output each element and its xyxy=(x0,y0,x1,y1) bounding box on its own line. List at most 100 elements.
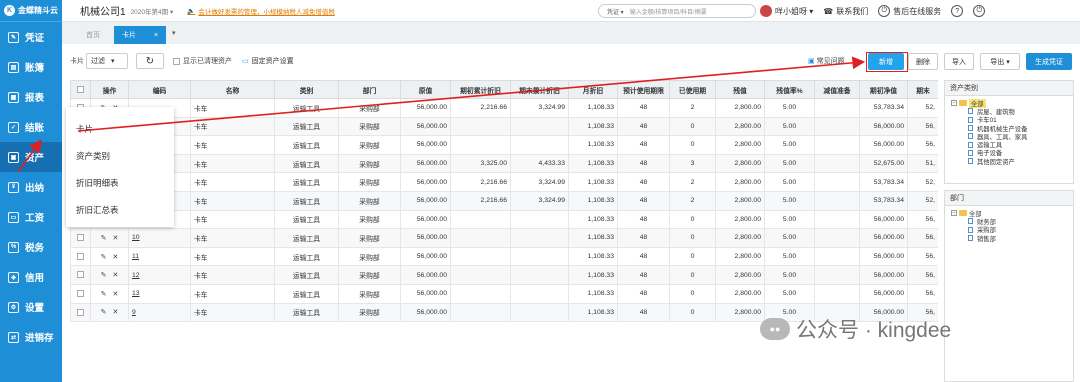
column-header[interactable] xyxy=(70,80,91,99)
search-input[interactable]: 输入金额/核算项目/科目/摘要 xyxy=(630,7,707,16)
collapse-icon[interactable]: − xyxy=(951,210,957,217)
edit-icon[interactable]: ✎ xyxy=(101,290,107,298)
faq-link[interactable]: ▣ 常见问题 xyxy=(808,56,845,66)
show-cleared-toggle[interactable]: 显示已清理资产 xyxy=(173,56,232,66)
sidebar-item-checkout[interactable]: ✓ 结账 xyxy=(0,112,62,142)
row-checkbox[interactable] xyxy=(77,308,84,316)
table-row[interactable]: ✎✕卡车运输工具采购部56,000.002,216.663,324.991,10… xyxy=(70,172,938,192)
chevron-down-icon[interactable]: ▾ xyxy=(172,29,176,37)
column-header[interactable]: 月折旧 xyxy=(568,80,618,99)
column-header[interactable]: 原值 xyxy=(400,80,451,99)
table-row[interactable]: ✎✕卡车运输工具采购部56,000.003,325.004,433.331,10… xyxy=(70,153,938,174)
table-row[interactable]: ✎✕卡车运输工具采购部56,000.001,108.334802,800.005… xyxy=(70,116,938,137)
tree-node[interactable]: 房屋、建筑物 xyxy=(951,107,1073,116)
row-checkbox[interactable] xyxy=(77,234,84,242)
column-header[interactable]: 类别 xyxy=(274,80,339,99)
column-header[interactable]: 已使用期 xyxy=(669,80,716,99)
delete-icon[interactable]: ✕ xyxy=(113,271,119,279)
power-icon[interactable]: ⏻ xyxy=(973,5,986,17)
row-checkbox[interactable] xyxy=(77,271,84,279)
menu-item-depreciation-detail[interactable]: 折旧明细表 xyxy=(66,169,174,196)
tree-root[interactable]: − 全部 xyxy=(951,209,1073,218)
asset-code-link[interactable]: 12 xyxy=(132,272,140,279)
fixed-asset-settings[interactable]: ▭ 固定资产设置 xyxy=(242,56,294,66)
column-header[interactable]: 预计使用期限 xyxy=(617,80,670,99)
sidebar-item-salary[interactable]: ▭ 工资 xyxy=(0,202,62,232)
column-header[interactable]: 期末 xyxy=(907,80,938,99)
menu-item-asset-category[interactable]: 资产类别 xyxy=(66,142,174,169)
edit-icon[interactable]: ✎ xyxy=(101,234,107,242)
voucher-search[interactable]: 凭证 ▾ 输入金额/核算项目/科目/摘要 xyxy=(598,4,756,18)
row-checkbox[interactable] xyxy=(77,252,84,260)
sidebar-item-voucher[interactable]: ✎ 凭证 xyxy=(0,22,62,52)
tree-node[interactable]: 采购部 xyxy=(951,226,1073,234)
column-header[interactable]: 残值 xyxy=(715,80,765,99)
edit-icon[interactable]: ✎ xyxy=(101,271,107,279)
sidebar-item-tax[interactable]: % 税务 xyxy=(0,232,62,262)
column-header[interactable]: 期末累计折旧 xyxy=(510,80,569,99)
tree-node[interactable]: 财务部 xyxy=(951,217,1073,226)
menu-item-card[interactable]: 卡片 xyxy=(66,115,174,142)
contact-us[interactable]: ☎ 联系我们 xyxy=(823,6,868,17)
user-menu[interactable]: 咩小姐呀 ▾ xyxy=(760,5,813,17)
column-header[interactable]: 减值准备 xyxy=(814,80,860,99)
sidebar-item-report[interactable]: ▦ 报表 xyxy=(0,82,62,112)
delete-button[interactable]: 删除 xyxy=(908,53,938,70)
table-row[interactable]: ✎ ✕ 11 卡车 运输工具 采购部 56,000.00 1,108.33 48 0 2,800.0… xyxy=(70,246,938,267)
sidebar-item-settings[interactable]: ⚙ 设置 xyxy=(0,292,62,322)
row-checkbox[interactable] xyxy=(77,290,84,298)
collapse-icon[interactable]: − xyxy=(951,100,957,107)
export-button[interactable]: 导出 ▾ xyxy=(980,53,1020,70)
close-icon[interactable]: × xyxy=(154,32,158,39)
tree-node[interactable]: 运输工具 xyxy=(951,140,1073,149)
table-row[interactable]: ✎ ✕ 10 卡车 运输工具 采购部 56,000.00 1,108.33 48 0 2,800.0… xyxy=(70,228,938,248)
tree-node[interactable]: 销售部 xyxy=(951,234,1073,243)
generate-voucher-button[interactable]: 生成凭证 xyxy=(1026,53,1072,70)
period-selector[interactable]: 2020年第4期 ▾ xyxy=(131,6,174,16)
column-header[interactable]: 残值率% xyxy=(764,80,815,99)
asset-code-link[interactable]: 9 xyxy=(132,309,136,316)
tree-node[interactable]: 器具、工具、家具 xyxy=(951,132,1073,141)
tab-home[interactable]: 首页 xyxy=(72,26,114,44)
sidebar-item-cashier[interactable]: ¥ 出纳 xyxy=(0,172,62,202)
asset-code-link[interactable]: 10 xyxy=(132,234,140,241)
edit-icon[interactable]: ✎ xyxy=(101,308,107,316)
table-row[interactable]: ✎ ✕ 13 卡车 运输工具 采购部 56,000.00 1,108.33 48 0 2,800.0… xyxy=(70,283,938,304)
app-logo[interactable]: K 金蝶精斗云 xyxy=(0,0,62,22)
sidebar-item-credit[interactable]: ◈ 信用 xyxy=(0,262,62,292)
help-icon[interactable]: ? xyxy=(951,5,964,17)
menu-item-depreciation-summary[interactable]: 折旧汇总表 xyxy=(66,196,174,223)
import-button[interactable]: 导入 xyxy=(944,53,974,70)
column-header[interactable]: 编码 xyxy=(128,80,191,99)
edit-icon[interactable]: ✎ xyxy=(101,253,107,261)
table-row[interactable]: ✎✕卡车运输工具采购部56,000.001,108.334802,800.005… xyxy=(70,135,938,155)
company-name[interactable]: 机械公司1 xyxy=(80,3,126,18)
sidebar-item-inventory[interactable]: ⇄ 进销存 xyxy=(0,322,62,352)
online-service[interactable]: ⏻ 售后在线服务 xyxy=(878,5,941,17)
sidebar-item-asset[interactable]: ▣ 资产 xyxy=(0,142,62,172)
table-row[interactable]: ✎ ✕ 12 卡车 运输工具 采购部 56,000.00 1,108.33 48 0 2,800.0… xyxy=(70,265,938,285)
tree-node[interactable]: 其他固定资产 xyxy=(951,157,1073,166)
table-row[interactable]: ✎✕卡车运输工具采购部56,000.002,216.663,324.991,10… xyxy=(70,98,938,118)
delete-icon[interactable]: ✕ xyxy=(113,290,119,298)
table-row[interactable]: ✎✕卡车运输工具采购部56,000.001,108.334802,800.005… xyxy=(70,209,938,230)
voucher-type-select[interactable]: 凭证 ▾ xyxy=(607,7,624,16)
column-header[interactable]: 部门 xyxy=(338,80,401,99)
show-cleared-checkbox[interactable] xyxy=(173,57,180,65)
notice-link[interactable]: 🔈 会计做好发票的管理，小规模纳税人减免增值税 xyxy=(187,6,335,16)
table-row[interactable]: ✎✕卡车运输工具采购部56,000.002,216.663,324.991,10… xyxy=(70,190,938,211)
tab-card[interactable]: 卡片 × xyxy=(114,26,166,44)
select-all-checkbox[interactable] xyxy=(77,85,84,93)
sidebar-item-ledger[interactable]: ▤ 账簿 xyxy=(0,52,62,82)
column-header[interactable]: 操作 xyxy=(90,80,129,99)
column-header[interactable]: 期初累计折旧 xyxy=(450,80,511,99)
asset-code-link[interactable]: 11 xyxy=(132,253,139,260)
filter-select[interactable]: 过滤 ▾ xyxy=(86,53,128,69)
delete-icon[interactable]: ✕ xyxy=(113,234,119,242)
column-header[interactable]: 期初净值 xyxy=(859,80,908,99)
delete-icon[interactable]: ✕ xyxy=(113,308,119,316)
delete-icon[interactable]: ✕ xyxy=(113,253,119,261)
column-header[interactable]: 名称 xyxy=(190,80,275,99)
refresh-button[interactable]: ↻ xyxy=(136,53,164,69)
asset-code-link[interactable]: 13 xyxy=(132,290,140,297)
